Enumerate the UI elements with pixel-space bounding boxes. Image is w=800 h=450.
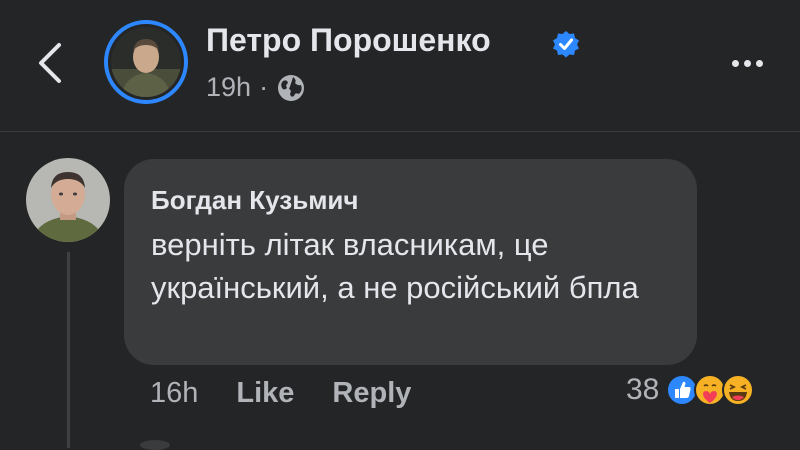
post-time[interactable]: 19h: [206, 72, 251, 103]
comment-time[interactable]: 16h: [150, 377, 198, 410]
meta-separator: ·: [259, 72, 269, 102]
more-dots-icon: [731, 59, 739, 67]
verified-badge-icon: [553, 31, 579, 58]
globe-icon[interactable]: [276, 73, 306, 103]
reactions-summary[interactable]: 38: [626, 373, 755, 407]
page-avatar-image: [111, 27, 181, 97]
next-comment-avatar-stub: [140, 440, 170, 450]
reaction-icons: [665, 373, 755, 407]
back-button[interactable]: [30, 38, 70, 88]
post-meta: 19h ·: [206, 72, 306, 103]
comment-author[interactable]: Богдан Кузьмич: [151, 185, 359, 216]
like-button[interactable]: Like: [236, 377, 294, 410]
reply-button[interactable]: Reply: [332, 377, 411, 410]
chevron-left-icon: [39, 43, 61, 83]
reaction-count: 38: [626, 373, 660, 406]
haha-reaction-icon: [722, 374, 755, 406]
post-header: Петро Порошенко 19h ·: [0, 0, 800, 131]
comment-text: верніть літак власникам, це український,…: [151, 227, 639, 305]
header-divider: [0, 131, 800, 132]
comment-actions: 16h Like Reply: [150, 377, 411, 410]
comment-bubble[interactable]: Богдан Кузьмич верніть літак власникам, …: [124, 159, 697, 365]
thread-line: [67, 252, 70, 448]
page-avatar[interactable]: [104, 20, 188, 104]
page-name[interactable]: Петро Порошенко: [206, 22, 491, 59]
more-options-button[interactable]: [722, 48, 772, 78]
commenter-avatar[interactable]: [26, 158, 110, 242]
